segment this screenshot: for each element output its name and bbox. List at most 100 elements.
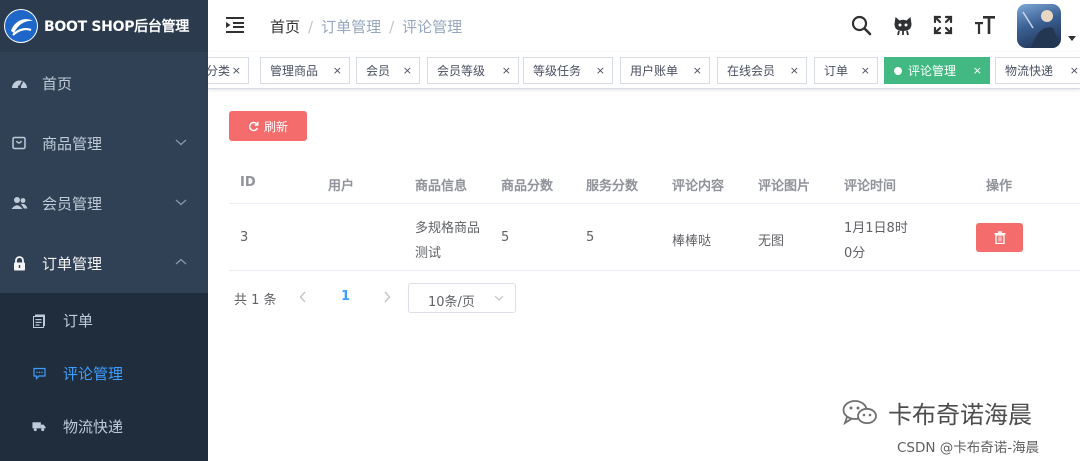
close-icon[interactable]: × (333, 64, 342, 77)
active-dot-icon (894, 66, 902, 75)
search-icon[interactable] (850, 14, 872, 36)
tag-member[interactable]: 会员 × (356, 57, 420, 84)
delete-button[interactable] (976, 223, 1023, 252)
chevron-left-icon[interactable] (298, 290, 308, 304)
cell-id: 3 (240, 230, 249, 245)
cell-time-line1: 1月1日8时 (844, 221, 908, 236)
close-icon[interactable]: × (693, 64, 702, 77)
sidebar-subitem-order[interactable]: 订单 (0, 294, 208, 347)
sidebar-item-products[interactable]: 商品管理 (0, 113, 208, 173)
tag-order[interactable]: 订单 × (814, 57, 878, 84)
sidebar-item-label: 首页 (42, 74, 73, 93)
cell-content: 棒棒哒 (672, 234, 712, 249)
cell-image: 无图 (758, 234, 785, 249)
breadcrumb: 首页 / 订单管理 / 评论管理 (270, 16, 462, 37)
message-icon (32, 367, 46, 381)
watermark-csdn: CSDN @卡布奇诺-海晨 (897, 440, 1040, 456)
tag-logistics[interactable]: 物流快递 × (995, 57, 1080, 84)
refresh-button[interactable]: 刷新 (229, 111, 307, 141)
tag-manage-products[interactable]: 管理商品 × (260, 57, 350, 84)
pagination-total: 共 1 条 (234, 293, 277, 308)
cell-product-line1: 多规格商品 (415, 221, 481, 236)
caret-down-icon[interactable] (1068, 36, 1076, 41)
tag-label: 会员等级 (437, 64, 486, 78)
lock-icon (10, 254, 28, 272)
chevron-down-icon (175, 139, 187, 146)
sidebar-subitem-label: 物流快递 (63, 418, 124, 436)
navbar: 首页 / 订单管理 / 评论管理 (208, 0, 1080, 52)
pagination-page-1[interactable]: 1 (341, 289, 350, 304)
close-icon[interactable]: × (1070, 64, 1079, 77)
sidebar-item-label: 商品管理 (42, 134, 103, 153)
text-size-icon[interactable] (974, 14, 996, 36)
tag-label: 用户账单 (630, 64, 679, 78)
breadcrumb-item-home[interactable]: 首页 (270, 18, 300, 36)
tag-category[interactable]: 分类 × (208, 57, 249, 84)
truck-icon (32, 420, 46, 434)
close-icon[interactable]: × (790, 64, 799, 77)
close-icon[interactable]: × (861, 64, 870, 77)
page-size-select[interactable]: 10条/页 (408, 283, 516, 313)
table-divider (229, 270, 1080, 271)
dashboard-icon (10, 74, 28, 92)
close-icon[interactable]: × (596, 64, 605, 77)
chevron-right-icon[interactable] (382, 290, 392, 304)
close-icon[interactable]: × (232, 64, 241, 77)
tag-review-management[interactable]: 评论管理 × (884, 57, 990, 84)
watermark-text: 卡布奇诺海晨 (888, 401, 1032, 429)
documentation-icon (32, 314, 46, 328)
app-root: BOOT SHOP后台管理 首页 商品管理 会员管理 订单管理 订单 评论管理 … (0, 0, 1080, 461)
tag-label: 等级任务 (533, 64, 582, 78)
tag-label: 管理商品 (270, 64, 319, 78)
tag-label: 评论管理 (908, 64, 957, 78)
shop-icon (10, 134, 28, 152)
tag-label: 物流快递 (1005, 64, 1054, 78)
sidebar-subitem-reviews[interactable]: 评论管理 (0, 347, 208, 400)
fullscreen-icon[interactable] (932, 14, 954, 36)
page-size-value: 10条/页 (428, 295, 475, 310)
tag-level-task[interactable]: 等级任务 × (523, 57, 613, 84)
sidebar-subitem-label: 评论管理 (63, 365, 124, 383)
watermark-wechat: 卡布奇诺海晨 (842, 395, 1032, 430)
column-header-time: 评论时间 (844, 179, 897, 194)
table-divider (229, 203, 1080, 204)
cell-product-score: 5 (501, 230, 510, 245)
sidebar-logo[interactable]: BOOT SHOP后台管理 (0, 0, 208, 52)
close-icon[interactable]: × (403, 64, 412, 77)
breadcrumb-item-orders: 订单管理 (321, 18, 382, 36)
close-icon[interactable]: × (502, 64, 511, 77)
sidebar-item-home[interactable]: 首页 (0, 53, 208, 113)
column-header-content: 评论内容 (672, 179, 725, 194)
sidebar-item-orders[interactable]: 订单管理 (0, 233, 208, 293)
tag-user-bill[interactable]: 用户账单 × (620, 57, 710, 84)
column-header-service-score: 服务分数 (586, 179, 639, 194)
sidebar-subitem-logistics[interactable]: 物流快递 (0, 400, 208, 453)
refresh-icon (249, 121, 259, 131)
refresh-button-label: 刷新 (263, 119, 288, 134)
sidebar: BOOT SHOP后台管理 首页 商品管理 会员管理 订单管理 订单 评论管理 … (0, 0, 208, 461)
tag-label: 订单 (824, 64, 849, 78)
close-icon[interactable]: × (973, 64, 982, 77)
delete-icon (994, 231, 1005, 244)
column-header-product: 商品信息 (415, 179, 468, 194)
cell-time-line2: 0分 (844, 246, 866, 261)
github-icon[interactable] (892, 14, 914, 36)
breadcrumb-separator: / (389, 18, 395, 36)
cell-service-score: 5 (586, 230, 595, 245)
app-title: BOOT SHOP后台管理 (44, 19, 189, 35)
tag-label: 分类 (208, 64, 231, 78)
tag-member-level[interactable]: 会员等级 × (427, 57, 519, 84)
avatar[interactable] (1017, 4, 1061, 48)
peoples-icon (10, 194, 28, 212)
hamburger-icon[interactable] (226, 16, 246, 34)
tag-online-members[interactable]: 在线会员 × (717, 57, 807, 84)
tag-label: 会员 (366, 64, 391, 78)
sidebar-item-members[interactable]: 会员管理 (0, 173, 208, 233)
app-logo (4, 9, 38, 43)
sidebar-item-label: 订单管理 (42, 254, 103, 273)
column-header-image: 评论图片 (758, 179, 811, 194)
column-header-id: ID (240, 175, 256, 190)
tags-view: 分类 × 管理商品 × 会员 × 会员等级 × 等级任务 × 用户账单 × 在线会员 × 订单… (208, 52, 1080, 89)
tag-label: 在线会员 (727, 64, 776, 78)
chevron-down-icon (494, 295, 504, 301)
